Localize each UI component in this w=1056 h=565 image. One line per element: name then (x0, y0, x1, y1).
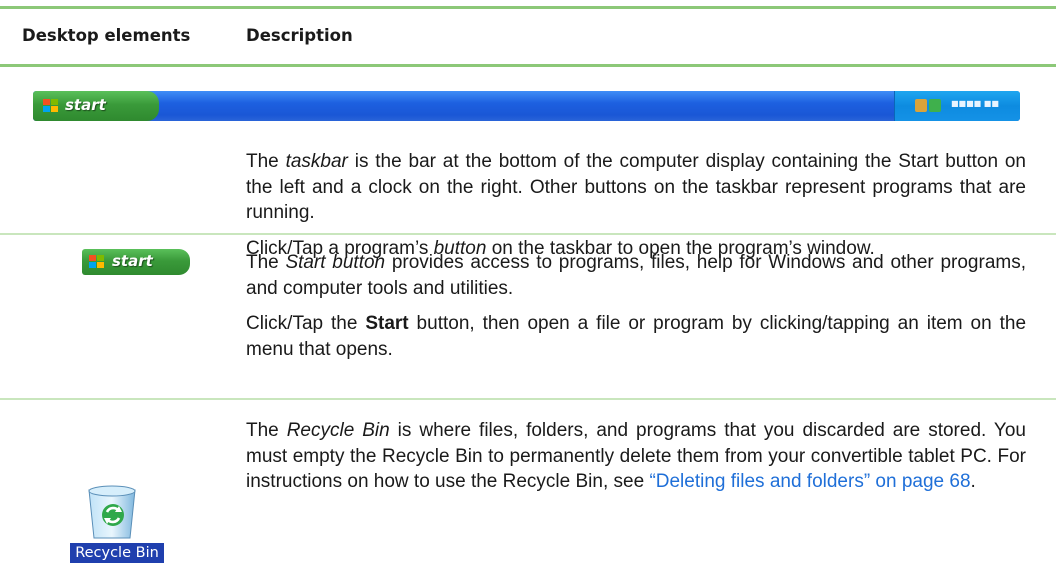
windows-flag-icon (89, 255, 105, 269)
network-icon (915, 99, 927, 112)
deleting-files-link[interactable]: “Deleting files and folders” on page 68 (649, 471, 970, 492)
start-button-image: start (82, 249, 190, 275)
row-rule-2 (0, 398, 1056, 400)
taskbar-start-label: start (65, 96, 106, 114)
row-rule-1 (0, 233, 1056, 235)
header-desktop-elements: Desktop elements (22, 26, 191, 45)
clock-icon: ■■■■ ■■ (951, 99, 999, 108)
system-tray: ■■■■ ■■ (894, 91, 1020, 121)
taskbar-start-button: start (33, 91, 159, 121)
header-rule (0, 64, 1056, 67)
taskbar-description: The taskbar is the bar at the bottom of … (246, 149, 1026, 261)
taskbar-image: start ■■■■ ■■ (33, 91, 1020, 121)
start-button-description: The Start button provides access to prog… (246, 250, 1026, 362)
recycle-bin-label: Recycle Bin (70, 543, 164, 563)
start-paragraph-2: Click/Tap the Start button, then open a … (246, 313, 1027, 360)
recycle-bin-icon (88, 485, 136, 539)
start-paragraph-1: The Start button provides access to prog… (246, 252, 1026, 299)
windows-flag-icon (43, 99, 59, 113)
taskbar-paragraph-1: The taskbar is the bar at the bottom of … (246, 151, 1026, 223)
top-rule (0, 6, 1056, 9)
recycle-bin-description: The Recycle Bin is where files, folders,… (246, 418, 1026, 495)
header-description: Description (246, 26, 353, 45)
start-button-label: start (112, 252, 153, 270)
volume-icon (929, 99, 941, 112)
recycle-paragraph-1: The Recycle Bin is where files, folders,… (246, 420, 1026, 492)
